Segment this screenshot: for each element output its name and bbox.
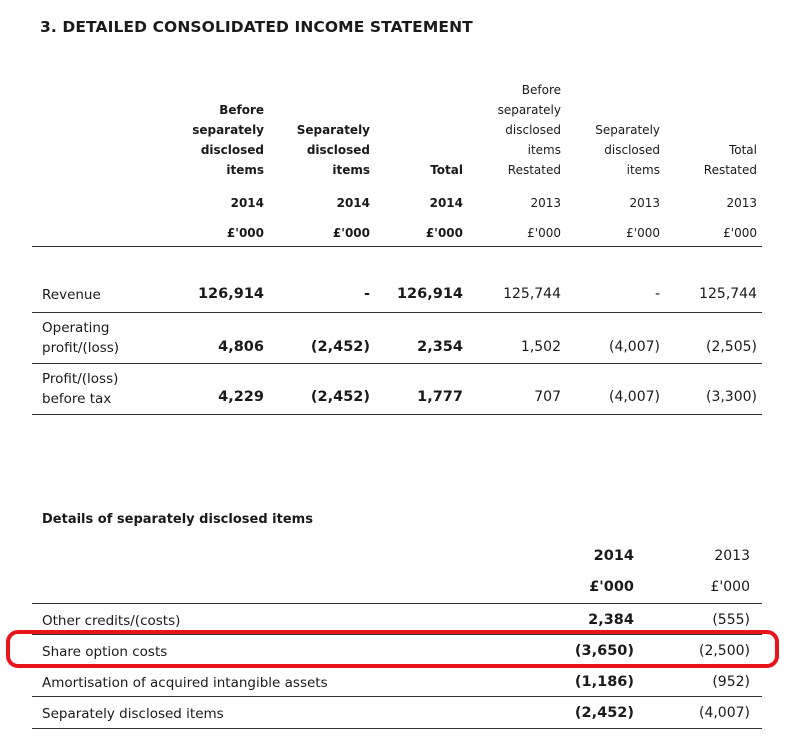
- table-cell: 125,744: [503, 286, 561, 302]
- column-header: Before separately disclosed items: [154, 100, 264, 180]
- header-line: Separately: [296, 123, 370, 137]
- details-year-2014: 2014: [593, 548, 634, 564]
- header-line: Restated: [507, 163, 561, 177]
- details-header-divider: [32, 603, 762, 604]
- header-line: items: [626, 163, 660, 177]
- row-label-line: Profit/(loss): [42, 371, 119, 387]
- row-divider: [32, 414, 762, 415]
- highlight-box: [6, 630, 779, 668]
- header-line: disclosed: [306, 143, 370, 157]
- header-year: 2014: [230, 196, 264, 210]
- row-label-line: before tax: [42, 391, 112, 407]
- page-title: 3. DETAILED CONSOLIDATED INCOME STATEMEN…: [40, 18, 473, 36]
- row-divider: [32, 363, 762, 364]
- details-unit-2013: £'000: [710, 579, 750, 595]
- column-header: Separately disclosed items: [550, 120, 660, 180]
- header-line: separately: [192, 123, 264, 137]
- header-line: separately: [497, 103, 561, 117]
- header-line: disclosed: [604, 143, 660, 157]
- table-cell: (4,007): [608, 389, 660, 405]
- header-unit: £'000: [527, 226, 561, 240]
- header-divider: [32, 246, 762, 247]
- row-label-line: Revenue: [42, 287, 101, 303]
- table-cell: 1,777: [417, 389, 463, 405]
- row-label-line: Operating: [42, 320, 110, 336]
- details-row-label: Separately disclosed items: [42, 706, 224, 722]
- row-label: Operating profit/(loss): [42, 318, 119, 358]
- details-cell-2014: 2,384: [588, 612, 634, 628]
- column-header: Total: [353, 160, 463, 180]
- header-unit: £'000: [723, 226, 757, 240]
- details-row-divider: [32, 728, 762, 729]
- header-line: disclosed: [505, 123, 561, 137]
- table-cell: 707: [534, 389, 561, 405]
- details-title: Details of separately disclosed items: [42, 512, 313, 527]
- details-year-2013: 2013: [714, 548, 750, 564]
- header-year: 2013: [629, 196, 660, 210]
- header-line: Total: [430, 163, 463, 177]
- header-line: disclosed: [200, 143, 264, 157]
- table-cell: (3,300): [705, 389, 757, 405]
- table-cell: (2,505): [705, 339, 757, 355]
- column-header: Before separately disclosed items Restated: [451, 80, 561, 180]
- details-cell-2014: (2,452): [574, 705, 634, 721]
- details-cell-2013: (555): [712, 612, 750, 628]
- header-unit: £'000: [226, 226, 264, 240]
- table-cell: 2,354: [417, 339, 463, 355]
- row-label: Profit/(loss) before tax: [42, 369, 118, 409]
- details-cell-2014: (1,186): [574, 674, 634, 690]
- table-cell: 1,502: [520, 339, 561, 355]
- header-line: Separately: [595, 123, 660, 137]
- details-row-label: Other credits/(costs): [42, 613, 181, 629]
- details-cell-2013: (952): [712, 674, 750, 690]
- details-row-label: Amortisation of acquired intangible asse…: [42, 675, 328, 691]
- table-cell: 125,744: [699, 286, 757, 302]
- details-row-divider: [32, 696, 762, 697]
- header-line: items: [226, 163, 264, 177]
- table-cell: 4,806: [218, 339, 264, 355]
- header-year: 2014: [429, 196, 463, 210]
- header-line: items: [527, 143, 561, 157]
- header-unit: £'000: [425, 226, 463, 240]
- header-line: Restated: [703, 163, 757, 177]
- row-label: Revenue: [42, 285, 101, 305]
- header-line: Before: [521, 83, 561, 97]
- header-line: Before: [219, 103, 264, 117]
- table-cell: 4,229: [218, 389, 264, 405]
- table-cell: 126,914: [197, 286, 264, 302]
- row-label-line: profit/(loss): [42, 340, 120, 356]
- header-line: Total: [728, 143, 757, 157]
- column-header: Total Restated: [647, 140, 757, 180]
- table-cell: (4,007): [608, 339, 660, 355]
- details-unit-2014: £'000: [589, 579, 634, 595]
- table-cell: 126,914: [396, 286, 463, 302]
- header-year: 2013: [726, 196, 757, 210]
- table-cell: -: [654, 286, 660, 302]
- header-unit: £'000: [626, 226, 660, 240]
- details-cell-2013: (4,007): [698, 705, 750, 721]
- row-divider: [32, 312, 762, 313]
- header-year: 2013: [530, 196, 561, 210]
